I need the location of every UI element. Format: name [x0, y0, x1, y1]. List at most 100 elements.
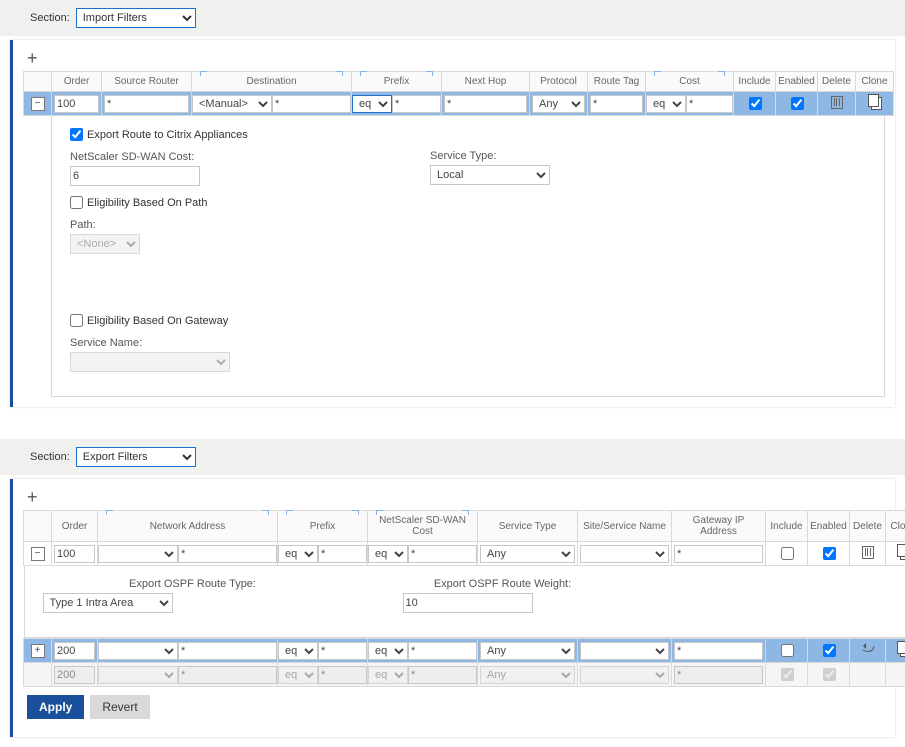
revert-button[interactable]: Revert — [90, 695, 149, 719]
col-prefix: Prefix — [278, 511, 368, 542]
service-type-label: Service Type: — [430, 150, 590, 162]
source-router-input[interactable] — [104, 95, 189, 113]
col-ns-cost: NetScaler SD-WAN Cost — [368, 511, 478, 542]
site-service-select[interactable] — [580, 545, 669, 563]
undo-icon[interactable] — [861, 642, 875, 656]
destination-input[interactable] — [272, 95, 351, 113]
order-input[interactable] — [54, 545, 95, 563]
table-row[interactable]: + eq eq Any — [24, 639, 905, 663]
include-checkbox[interactable] — [749, 97, 762, 110]
path-label: Path: — [70, 219, 370, 231]
site-service-select[interactable] — [580, 642, 669, 660]
col-route-tag: Route Tag — [588, 72, 646, 92]
clone-icon[interactable] — [897, 545, 905, 559]
include-checkbox — [781, 668, 794, 681]
route-tag-input[interactable] — [590, 95, 643, 113]
prefix-input — [318, 666, 367, 684]
protocol-select[interactable]: Any — [532, 95, 585, 113]
prefix-op-select[interactable]: eq — [278, 545, 318, 563]
header-row: Order Network Address Prefix NetScaler S… — [24, 511, 905, 542]
enabled-checkbox[interactable] — [823, 547, 836, 560]
col-enabled: Enabled — [808, 511, 850, 542]
section-select-import[interactable]: Import Filters — [76, 8, 196, 28]
order-input[interactable] — [54, 95, 99, 113]
clone-icon[interactable] — [897, 642, 905, 656]
export-citrix-label: Export Route to Citrix Appliances — [87, 129, 248, 141]
table-row[interactable]: eqeqAny — [24, 663, 905, 687]
cost-op-select[interactable]: eq — [368, 642, 408, 660]
cost-op-select: eq — [368, 666, 408, 684]
ns-cost-input[interactable] — [70, 166, 200, 186]
cost-input[interactable] — [408, 545, 477, 563]
prefix-input[interactable] — [318, 545, 367, 563]
gateway-input[interactable] — [674, 642, 763, 660]
cost-input[interactable] — [408, 642, 477, 660]
col-cost: Cost — [646, 72, 734, 92]
network-select[interactable] — [98, 545, 178, 563]
include-checkbox[interactable] — [781, 547, 794, 560]
cost-op-select[interactable]: eq — [368, 545, 408, 563]
table-row[interactable]: − <Manual> eq Any — [24, 92, 894, 116]
eligibility-path-checkbox[interactable] — [70, 196, 83, 209]
enabled-checkbox — [823, 668, 836, 681]
add-row-button[interactable]: + — [23, 485, 42, 510]
eligibility-gateway-label: Eligibility Based On Gateway — [87, 315, 228, 327]
eligibility-gateway-checkbox[interactable] — [70, 314, 83, 327]
prefix-input[interactable] — [318, 642, 367, 660]
order-input[interactable] — [54, 642, 95, 660]
col-clone: Clone — [886, 511, 905, 542]
enabled-checkbox[interactable] — [823, 644, 836, 657]
enabled-checkbox[interactable] — [791, 97, 804, 110]
gateway-input[interactable] — [674, 545, 763, 563]
service-name-label: Service Name: — [70, 337, 290, 349]
col-delete: Delete — [818, 72, 856, 92]
next-hop-input[interactable] — [444, 95, 527, 113]
col-delete: Delete — [850, 511, 886, 542]
trash-icon[interactable] — [861, 545, 875, 559]
clone-icon[interactable] — [868, 95, 882, 109]
route-type-label: Export OSPF Route Type: — [43, 578, 343, 590]
network-input[interactable] — [178, 642, 277, 660]
export-citrix-checkbox[interactable] — [70, 128, 83, 141]
include-checkbox[interactable] — [781, 644, 794, 657]
prefix-op-select: eq — [278, 666, 318, 684]
col-source-router: Source Router — [102, 72, 192, 92]
service-name-select — [70, 352, 230, 372]
route-weight-input[interactable] — [403, 593, 533, 613]
trash-icon[interactable] — [830, 95, 844, 109]
col-enabled: Enabled — [776, 72, 818, 92]
import-detail-panel: Export Route to Citrix Appliances NetSca… — [51, 115, 885, 397]
cost-op-select[interactable]: eq — [646, 95, 686, 113]
service-type-select[interactable]: Any — [480, 545, 575, 563]
col-service-type: Service Type — [478, 511, 578, 542]
export-detail-panel: Export OSPF Route Type: Type 1 Intra Are… — [24, 565, 905, 638]
col-gateway-ip: Gateway IP Address — [672, 511, 766, 542]
header-row: Order Source Router Destination Prefix N… — [24, 72, 894, 92]
gateway-input — [674, 666, 763, 684]
export-filters-grid: Order Network Address Prefix NetScaler S… — [23, 510, 905, 687]
collapse-toggle[interactable]: − — [31, 97, 45, 111]
cost-input[interactable] — [686, 95, 733, 113]
network-input[interactable] — [178, 545, 277, 563]
destination-select[interactable]: <Manual> — [192, 95, 272, 113]
prefix-op-select[interactable]: eq — [352, 95, 392, 113]
col-protocol: Protocol — [530, 72, 588, 92]
route-type-select[interactable]: Type 1 Intra Area — [43, 593, 173, 613]
site-service-select — [580, 666, 669, 684]
apply-button[interactable]: Apply — [27, 695, 84, 719]
service-type-select[interactable]: Local — [430, 165, 550, 185]
collapse-toggle[interactable]: − — [31, 547, 45, 561]
table-row[interactable]: − eq eq Any — [24, 542, 905, 566]
prefix-op-select[interactable]: eq — [278, 642, 318, 660]
col-next-hop: Next Hop — [442, 72, 530, 92]
service-type-select[interactable]: Any — [480, 642, 575, 660]
col-include: Include — [766, 511, 808, 542]
export-filters-table-area: + Order Network Address Prefix NetScaler… — [10, 479, 895, 737]
import-filters-grid: Order Source Router Destination Prefix N… — [23, 71, 894, 116]
network-select[interactable] — [98, 642, 178, 660]
col-destination: Destination — [192, 72, 352, 92]
expand-toggle[interactable]: + — [31, 644, 45, 658]
add-row-button[interactable]: + — [23, 46, 42, 71]
prefix-input[interactable] — [392, 95, 441, 113]
section-select-export[interactable]: Export Filters — [76, 447, 196, 467]
